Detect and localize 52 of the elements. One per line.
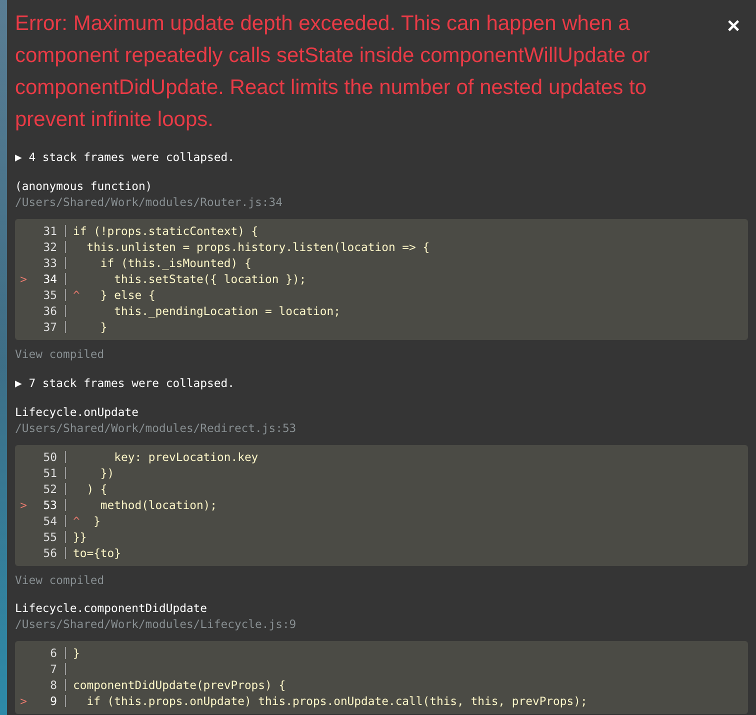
line-number: 56 — [42, 545, 57, 562]
view-compiled-link[interactable]: View compiled — [15, 572, 748, 588]
file-path: /Users/Shared/Work/modules/Router.js:34 — [15, 194, 284, 210]
line-number: 52 — [42, 481, 57, 498]
line-number: 7 — [49, 661, 57, 678]
code-line: } — [73, 645, 80, 662]
error-message: Error: Maximum update depth exceeded. This can happen when a component repeatedly calls setState inside componentWillUpdate or componentDidUpdate. React limits the number of nested updates to prevent infinite loops. — [15, 11, 652, 133]
line-number: 51 — [42, 465, 57, 482]
code-line: if (this.props.onUpdate) this.props.onUpdate.call(this, this, prevProps); — [86, 693, 588, 710]
code-line: this.setState({ location }); — [113, 271, 306, 288]
file-path: /Users/Shared/Work/modules/Lifecycle.js:9 — [15, 616, 298, 632]
view-compiled-link[interactable]: View compiled — [15, 346, 748, 362]
line-number: 8 — [49, 677, 57, 694]
collapsed-frames-toggle[interactable]: ▶ 7 stack frames were collapsed. — [15, 375, 748, 392]
line-number: 33 — [42, 255, 57, 272]
code-line: to={to} — [73, 545, 122, 562]
error-line-marker: > — [19, 693, 27, 710]
line-number: 37 — [42, 319, 57, 336]
caret-marker: ^ — [73, 287, 80, 304]
code-line: }) — [99, 465, 114, 482]
collapsed-frames-toggle[interactable]: ▶ 4 stack frames were collapsed. — [15, 149, 748, 166]
file-path: /Users/Shared/Work/modules/Redirect.js:53 — [15, 420, 298, 436]
line-number: 31 — [42, 223, 57, 240]
line-number: 34 — [42, 271, 57, 288]
code-line: key: prevLocation.key — [113, 449, 258, 466]
caret-marker: ^ — [73, 513, 80, 530]
code-line: if (!props.staticContext) { — [73, 223, 258, 240]
code-line: this._pendingLocation = location; — [113, 303, 340, 320]
code-line: if (this._isMounted) { — [99, 255, 252, 272]
line-number: 6 — [49, 645, 57, 662]
error-line-marker: > — [19, 271, 27, 288]
line-number: 50 — [42, 449, 57, 466]
code-line: }} — [73, 529, 87, 546]
function-name: (anonymous function) — [15, 178, 154, 194]
function-name: Lifecycle.onUpdate — [15, 404, 140, 420]
line-number: 32 — [42, 239, 57, 256]
line-number: 53 — [42, 497, 57, 514]
code-line: } — [92, 513, 100, 530]
code-line: method(location); — [99, 497, 218, 514]
code-line: this.unlisten = props.history.listen(location => { — [86, 239, 430, 256]
line-number: 35 — [42, 287, 57, 304]
code-line: } — [99, 319, 108, 336]
code-line: ) { — [86, 481, 108, 498]
line-number: 54 — [42, 513, 57, 530]
function-name: Lifecycle.componentDidUpdate — [15, 600, 208, 616]
line-number: 9 — [49, 693, 57, 710]
close-button[interactable]: × — [719, 12, 748, 40]
code-line: } else { — [99, 287, 156, 304]
line-number: 36 — [42, 303, 57, 320]
error-line-marker: > — [19, 497, 27, 514]
line-number: 55 — [42, 529, 57, 546]
code-line: componentDidUpdate(prevProps) { — [73, 677, 286, 694]
